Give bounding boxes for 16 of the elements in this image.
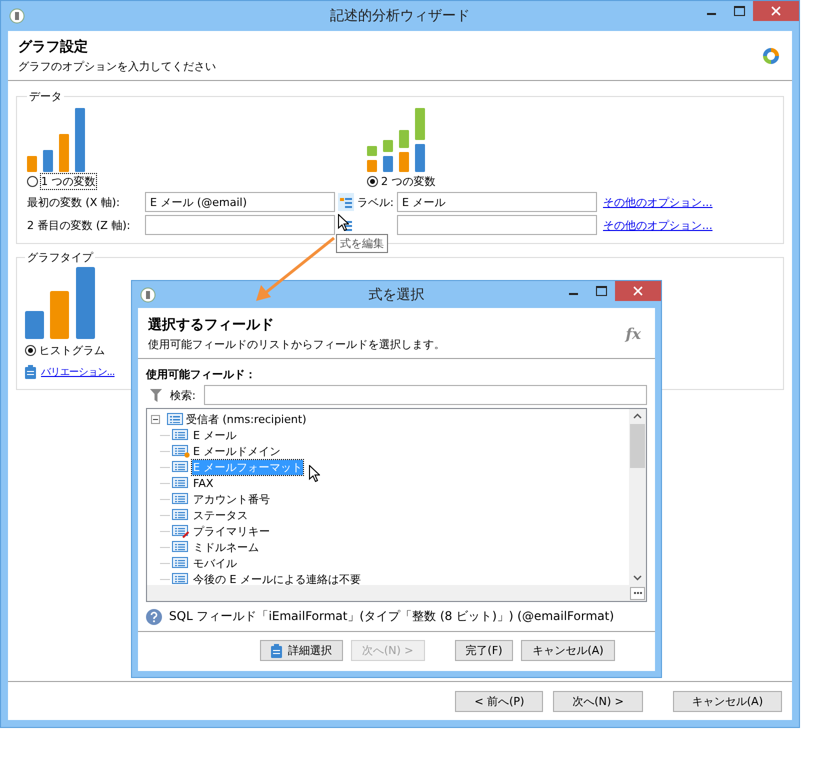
field-label: ラベル: <box>357 194 395 210</box>
fields-label: 使用可能フィールド： <box>146 367 257 382</box>
page-subtitle: グラフのオプションを入力してください <box>18 59 216 74</box>
window-title: 記述的分析ウィザード <box>330 7 470 25</box>
group-title: グラフタイプ <box>26 250 94 265</box>
dialog-title: 式を選択 <box>368 286 424 304</box>
page-title: グラフ設定 <box>18 38 89 56</box>
search-label: 検索: <box>170 388 196 402</box>
formula-icon: fx <box>626 325 641 343</box>
tooltip: 式を編集 <box>336 234 388 253</box>
field-info: SQL フィールド「iEmailFormat」(タイプ「整数 (8 ビット)」) (@emailFormat) <box>169 608 614 625</box>
dialog-subtitle: 使用可能フィールドのリストからフィールドを選択します。 <box>148 337 445 352</box>
group-title: データ <box>28 89 63 104</box>
field-label: 最初の変数 (X 軸): <box>27 194 121 210</box>
field-label: 2 番目の変数 (Z 軸): <box>27 218 132 232</box>
dialog-heading: 選択するフィールド <box>148 316 275 334</box>
